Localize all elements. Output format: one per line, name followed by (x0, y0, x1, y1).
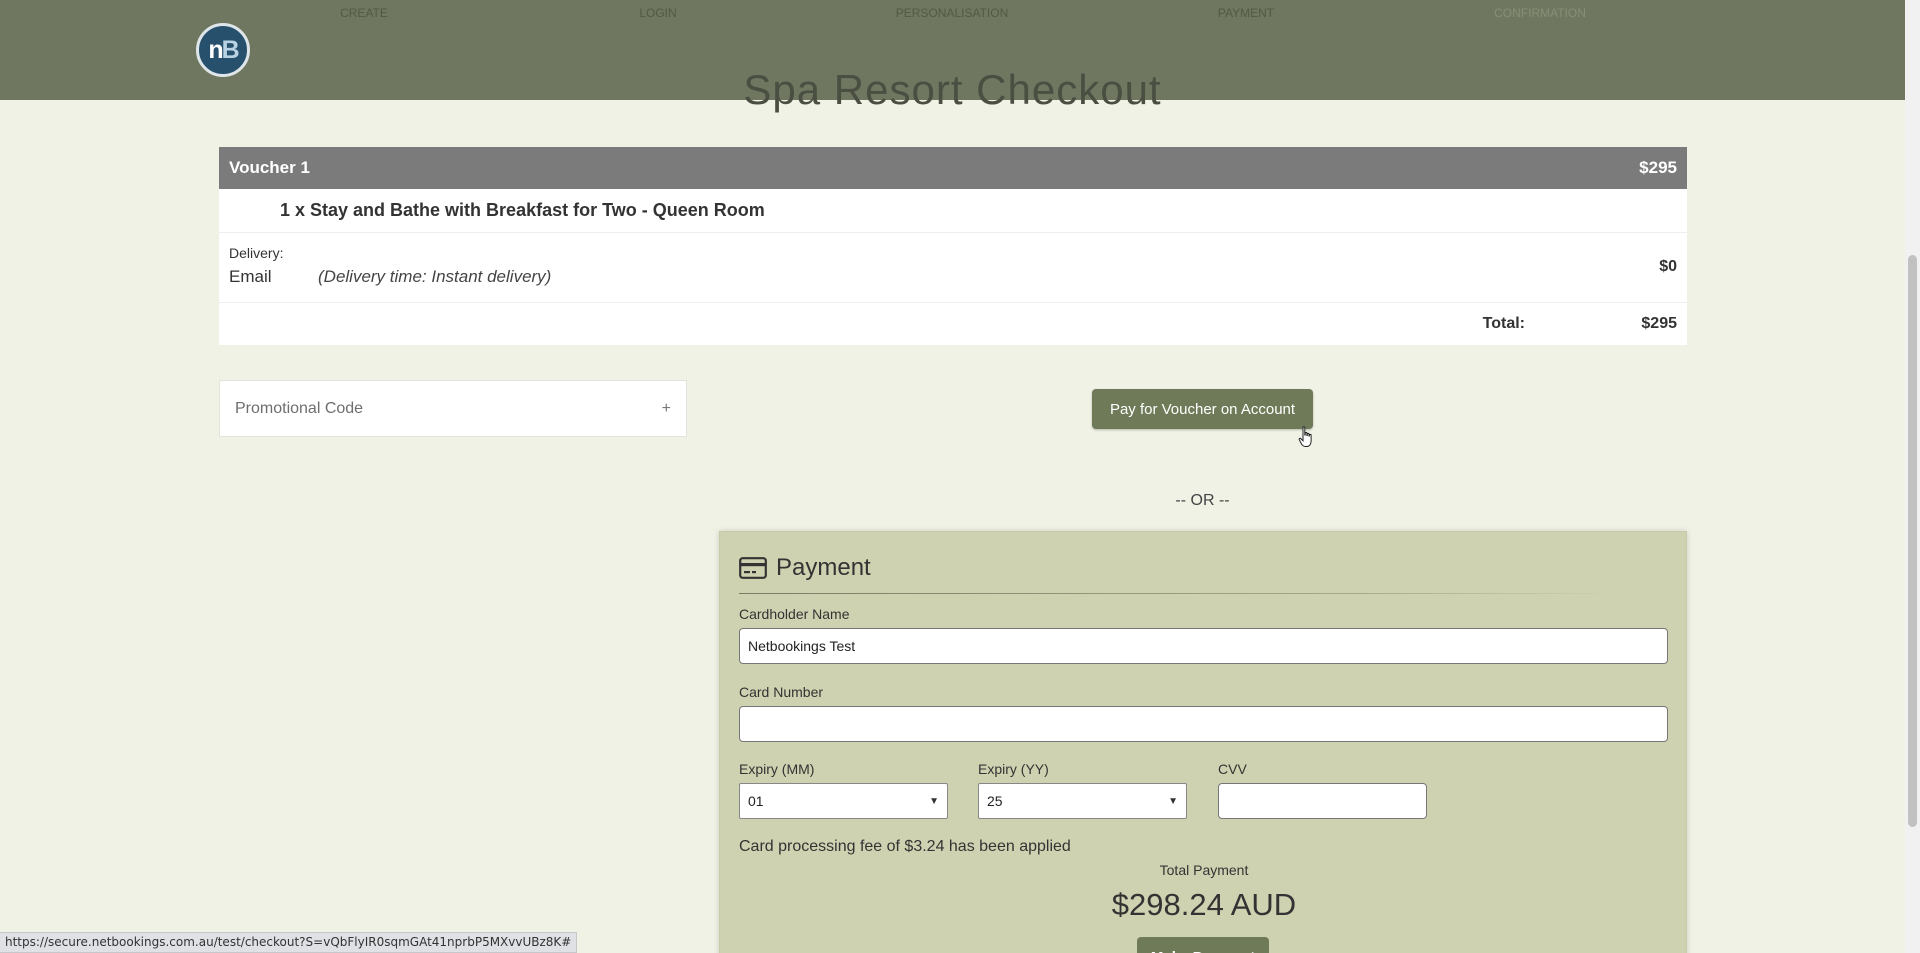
delivery-price: $0 (1659, 258, 1677, 275)
total-row: Total: $295 (219, 303, 1687, 345)
hand-cursor-icon (1298, 426, 1312, 447)
cvv-input[interactable] (1218, 783, 1427, 819)
page-scrollbar[interactable] (1905, 0, 1920, 953)
step-payment: PAYMENT (1217, 6, 1275, 20)
payment-heading: Payment (739, 554, 871, 582)
delivery-label: Delivery: (229, 245, 284, 261)
cvv-label: CVV (1218, 761, 1247, 777)
or-divider: -- OR -- (1175, 492, 1230, 509)
step-create: CREATE (340, 6, 388, 20)
cardholder-name-input[interactable] (739, 628, 1668, 664)
pay-on-account-button[interactable]: Pay for Voucher on Account (1092, 389, 1313, 429)
order-item-row: 1 x Stay and Bathe with Breakfast for Tw… (219, 189, 1687, 233)
dropdown-arrow-icon: ▼ (929, 795, 939, 807)
scrollbar-thumb[interactable] (1908, 255, 1917, 827)
order-summary: Voucher 1 $295 1 x Stay and Bathe with B… (219, 147, 1687, 345)
link-status-bar: https://secure.netbookings.com.au/test/c… (0, 932, 578, 953)
expiry-mm-label: Expiry (MM) (739, 761, 815, 777)
total-label: Total: (1482, 315, 1525, 332)
step-login: LOGIN (639, 6, 677, 20)
card-number-label: Card Number (739, 684, 824, 700)
payment-panel: Payment Cardholder Name Card Number Expi… (719, 531, 1687, 953)
checkout-steps: CREATE LOGIN PERSONALISATION PAYMENT CON… (0, 6, 1905, 20)
make-payment-button[interactable]: Make Payment (1137, 937, 1269, 953)
step-personalisation: PERSONALISATION (895, 6, 1009, 20)
expiry-mm-value: 01 (748, 793, 764, 809)
step-confirmation: CONFIRMATION (1494, 6, 1586, 20)
payment-title: Payment (776, 554, 871, 581)
order-item-name: 1 x Stay and Bathe with Breakfast for Tw… (280, 200, 765, 220)
dropdown-arrow-icon: ▼ (1168, 795, 1178, 807)
voucher-label: Voucher 1 (229, 158, 310, 177)
expiry-yy-value: 25 (987, 793, 1003, 809)
delivery-time: (Delivery time: Instant delivery) (318, 267, 552, 286)
logo-letter-b: B (221, 35, 240, 64)
expiry-yy-label: Expiry (YY) (978, 761, 1049, 777)
card-number-input[interactable] (739, 706, 1668, 742)
promo-code-label: Promotional Code (235, 399, 364, 417)
page-title: Spa Resort Checkout (743, 66, 1162, 113)
total-value: $295 (1641, 315, 1677, 332)
plus-icon: + (661, 399, 671, 417)
total-payment-amount: $298.24 AUD (1111, 887, 1297, 922)
expiry-yy-select[interactable]: 25 ▼ (978, 783, 1187, 819)
voucher-price: $295 (1639, 158, 1677, 177)
expiry-mm-select[interactable]: 01 ▼ (739, 783, 948, 819)
delivery-method: Email (229, 267, 272, 286)
credit-card-icon (739, 557, 767, 579)
payment-divider (739, 593, 1614, 594)
processing-fee-notice: Card processing fee of $3.24 has been ap… (739, 838, 1071, 855)
cardholder-label: Cardholder Name (739, 606, 850, 622)
total-payment-label: Total Payment (1159, 862, 1249, 878)
promo-code-toggle[interactable]: Promotional Code + (219, 380, 687, 437)
logo-letter-n: n (208, 35, 223, 64)
voucher-header: Voucher 1 $295 (219, 147, 1687, 189)
delivery-row: Delivery: Email (Delivery time: Instant … (219, 233, 1687, 303)
